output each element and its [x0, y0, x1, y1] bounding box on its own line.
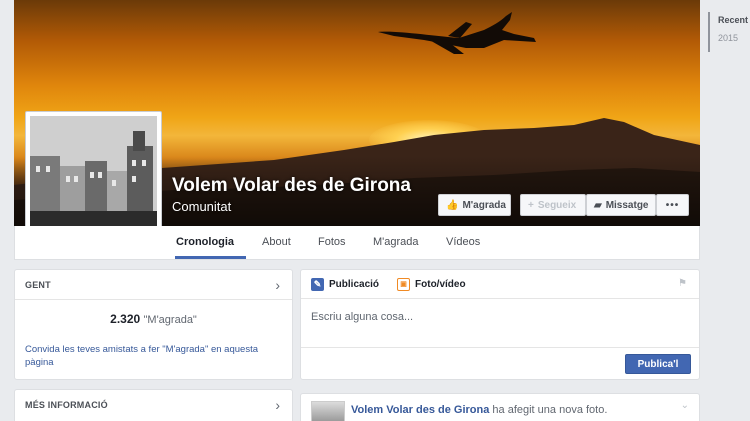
invite-friends-link[interactable]: Convida les teves amistats a fer "M'agra… — [25, 343, 282, 369]
timeline-rail: Recent 2015 — [708, 12, 750, 52]
composer-tab-post[interactable]: ✎ Publicació — [311, 277, 380, 291]
composer-tab-post-label: Publicació — [329, 278, 380, 290]
page-category[interactable]: Comunitat — [172, 199, 231, 214]
message-button[interactable]: ▰ Missatge — [586, 194, 656, 216]
likes-label: "M'agrada" — [143, 314, 197, 326]
tab-videos[interactable]: Vídeos — [446, 236, 480, 248]
ellipsis-icon: ••• — [665, 199, 680, 211]
composer-tab-photo-label: Foto/vídeo — [415, 278, 466, 290]
tab-timeline[interactable]: Cronologia — [176, 236, 234, 248]
publish-button[interactable]: Publica'l — [625, 354, 691, 374]
more-info-title: MÉS INFORMACIÓ — [25, 400, 108, 410]
thumbs-up-icon: 👍 — [446, 199, 459, 211]
rail-year[interactable]: 2015 — [718, 33, 750, 43]
composer-tabs: ✎ Publicació ▣ Foto/vídeo ⚑ — [301, 270, 699, 299]
story-thumbnail[interactable] — [311, 401, 345, 421]
composer-footer: Publica'l — [301, 347, 699, 379]
likes-count: 2.320 — [110, 312, 141, 326]
likes-summary: 2.320 "M'agrada" — [15, 312, 292, 326]
plus-icon: + — [528, 199, 534, 211]
people-card: GENT › 2.320 "M'agrada" Convida les teve… — [14, 269, 293, 380]
composer-input[interactable]: Escriu alguna cosa... — [311, 311, 689, 341]
page-tabs: Cronologia About Fotos M'agrada Vídeos — [14, 226, 700, 260]
people-card-header[interactable]: GENT › — [15, 270, 292, 300]
chevron-down-icon[interactable]: ⌄ — [681, 400, 689, 411]
tab-photos[interactable]: Fotos — [318, 236, 346, 248]
feed-story: Volem Volar des de Girona ha afegit una … — [300, 393, 700, 421]
page-title[interactable]: Volem Volar des de Girona — [172, 175, 411, 197]
photo-icon: ▣ — [397, 277, 411, 291]
more-info-card: MÉS INFORMACIÓ › — [14, 389, 293, 421]
composer-tab-photo[interactable]: ▣ Foto/vídeo — [397, 277, 466, 291]
story-text: Volem Volar des de Girona ha afegit una … — [351, 404, 607, 416]
pencil-icon: ✎ — [311, 277, 324, 291]
message-button-label: Missatge — [605, 199, 649, 211]
more-options-button[interactable]: ••• — [656, 194, 689, 216]
like-button-label: M'agrada — [462, 199, 506, 211]
chevron-right-icon: › — [275, 276, 280, 293]
girona-houses-illustration — [30, 116, 157, 243]
follow-button[interactable]: + Segueix — [520, 194, 586, 216]
like-button[interactable]: 👍 M'agrada — [438, 194, 511, 216]
airplane-icon — [378, 12, 536, 54]
flag-icon[interactable]: ⚑ — [678, 278, 687, 289]
chevron-right-icon: › — [275, 397, 280, 413]
tab-about[interactable]: About — [262, 236, 291, 248]
story-author-link[interactable]: Volem Volar des de Girona — [351, 404, 489, 416]
more-info-header[interactable]: MÉS INFORMACIÓ › — [15, 390, 292, 420]
people-card-title: GENT — [25, 279, 51, 290]
follow-button-label: Segueix — [537, 199, 577, 211]
profile-image — [30, 116, 157, 243]
post-composer: ✎ Publicació ▣ Foto/vídeo ⚑ Escriu algun… — [300, 269, 700, 380]
active-tab-indicator — [175, 256, 246, 259]
speech-bubble-icon: ▰ — [594, 199, 602, 211]
tab-likes[interactable]: M'agrada — [373, 236, 419, 248]
rail-recent[interactable]: Recent — [718, 15, 750, 25]
story-action: ha afegit una nova foto. — [489, 404, 608, 416]
